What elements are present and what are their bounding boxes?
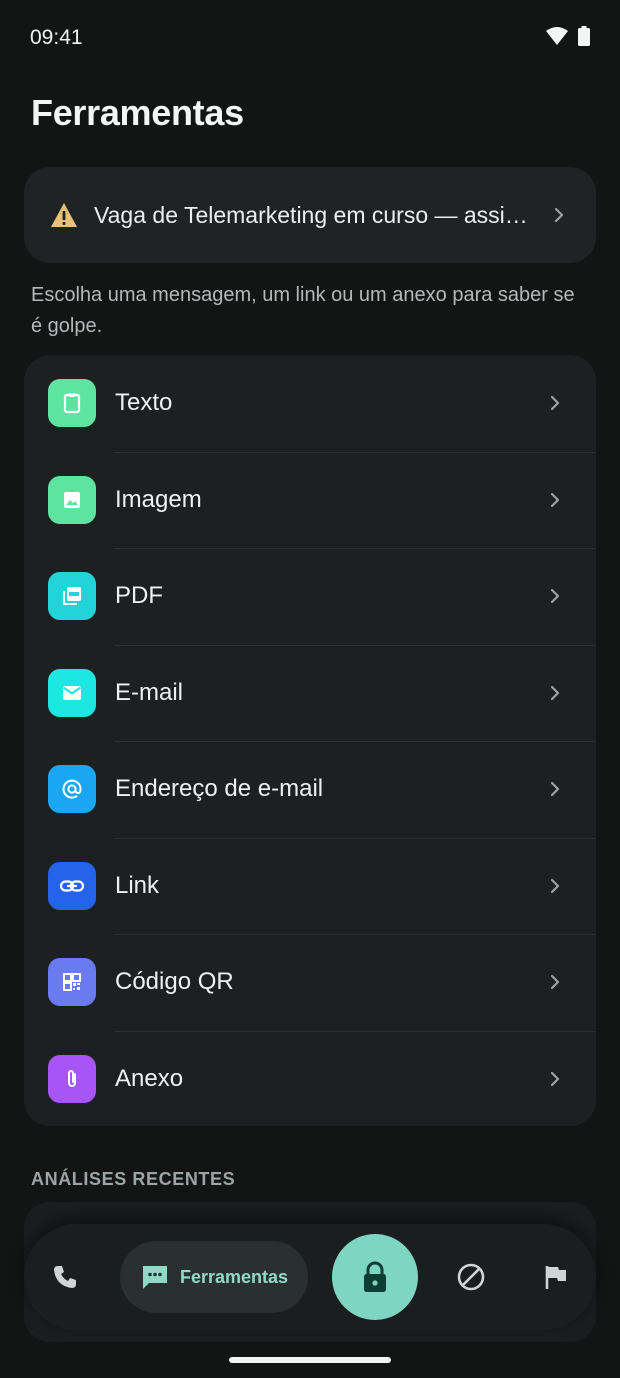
chevron-right-icon (550, 396, 560, 411)
chevron-right-icon (550, 975, 560, 990)
home-indicator[interactable] (229, 1357, 391, 1363)
wifi-icon (546, 27, 568, 45)
mail-icon (48, 668, 96, 717)
pdf-icon (48, 572, 96, 621)
tool-item-email[interactable]: E-mail (24, 644, 596, 742)
tool-label: PDF (115, 582, 163, 610)
nav-tab-ferramentas[interactable]: Ferramentas (120, 1241, 308, 1313)
battery-icon (578, 26, 590, 46)
block-icon[interactable] (456, 1262, 486, 1292)
chevron-right-icon (554, 207, 564, 223)
status-time: 09:41 (30, 26, 83, 49)
status-bar: 09:41 (0, 0, 620, 76)
lock-icon (364, 1261, 386, 1292)
tool-label: Texto (115, 389, 173, 417)
recent-analyses-heading: ANÁLISES RECENTES (31, 1169, 236, 1189)
chevron-right-icon (550, 685, 560, 700)
status-icons (546, 26, 590, 46)
intro-text: Escolha uma mensagem, um link ou um anex… (31, 284, 575, 337)
clipboard-icon (48, 379, 96, 428)
qr-code-icon (48, 958, 96, 1007)
tool-label: E-mail (115, 678, 184, 706)
tool-item-pdf[interactable]: PDF (24, 548, 596, 645)
paperclip-icon (48, 1054, 96, 1103)
chevron-right-icon (550, 782, 560, 797)
chevron-right-icon (550, 589, 560, 604)
tool-label: Código QR (115, 968, 234, 996)
tool-item-texto[interactable]: Texto (24, 355, 596, 452)
chevron-right-icon (550, 492, 560, 507)
link-icon (48, 861, 96, 910)
tool-item-codigo-qr[interactable]: Código QR (24, 934, 596, 1031)
chevron-right-icon (550, 878, 560, 893)
tool-label: Link (115, 871, 160, 899)
tool-item-link[interactable]: Link (24, 837, 596, 935)
tool-item-endereco-email[interactable]: Endereço de e-mail (24, 741, 596, 838)
warning-icon (51, 203, 77, 227)
tool-label: Endereço de e-mail (115, 775, 324, 803)
nav-tab-label: Ferramentas (180, 1266, 289, 1287)
phone-icon[interactable] (50, 1262, 80, 1292)
bottom-nav: Ferramentas (24, 1224, 596, 1330)
chevron-right-icon (550, 1071, 560, 1086)
page-title: Ferramentas (31, 92, 244, 133)
tool-item-imagem[interactable]: Imagem (24, 451, 596, 549)
chat-icon (143, 1266, 167, 1289)
tool-item-anexo[interactable]: Anexo (24, 1030, 596, 1127)
flag-icon[interactable] (541, 1262, 571, 1292)
lock-button[interactable] (332, 1234, 418, 1320)
tools-list: Texto Imagem PDF E-mail Endereço de e-ma… (24, 355, 596, 1126)
tool-label: Anexo (115, 1064, 184, 1092)
alert-banner[interactable]: Vaga de Telemarketing em curso — assine … (24, 167, 596, 263)
tool-label: Imagem (115, 485, 202, 513)
alert-text: Vaga de Telemarketing em curso — assine … (94, 201, 536, 228)
at-sign-icon (48, 765, 96, 814)
image-icon (48, 475, 96, 524)
